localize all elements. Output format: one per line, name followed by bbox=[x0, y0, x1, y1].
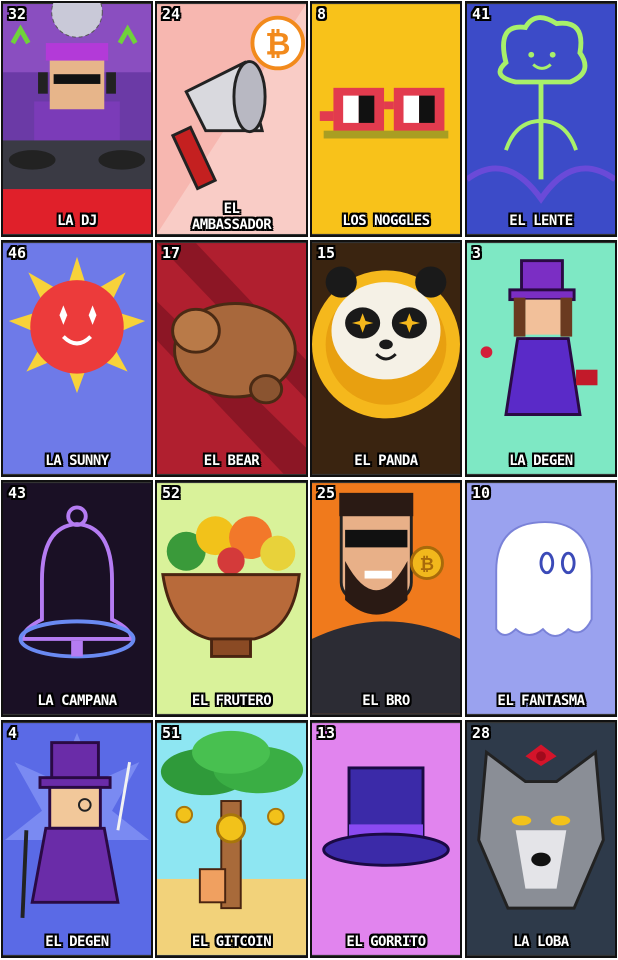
dj-icon bbox=[3, 3, 151, 234]
card-title: EL DEGEN bbox=[45, 934, 109, 950]
card-el-lente[interactable]: 41 EL LENTE bbox=[465, 1, 617, 237]
card-la-campana[interactable]: 43 LA CAMPANA bbox=[1, 480, 153, 717]
card-title: LA LOBA bbox=[513, 934, 569, 950]
card-la-loba[interactable]: 28 LA LOBA bbox=[465, 720, 617, 958]
card-la-sunny[interactable]: 46 LA SUNNY bbox=[1, 240, 153, 477]
card-title: EL BEAR bbox=[203, 453, 260, 469]
card-number: 41 bbox=[472, 5, 491, 23]
bro-icon: ₿ bbox=[312, 483, 460, 714]
bell-icon bbox=[3, 483, 151, 714]
card-los-noggles[interactable]: 8 LOS NOGGLES bbox=[310, 1, 462, 237]
card-el-gorrito[interactable]: 13 EL GORRITO bbox=[310, 720, 462, 958]
card-number: 15 bbox=[317, 244, 336, 262]
card-title: LA SUNNY bbox=[45, 453, 109, 469]
card-number: 28 bbox=[472, 724, 491, 742]
card-title: EL AMBASSADOR bbox=[191, 201, 272, 233]
card-title: EL FANTASMA bbox=[497, 693, 585, 709]
card-number: 8 bbox=[317, 5, 327, 23]
card-number: 4 bbox=[8, 724, 18, 742]
top-hat-gentleman-icon bbox=[3, 723, 151, 955]
ghost-icon bbox=[467, 483, 615, 714]
card-el-ambassador[interactable]: ₿ 24 EL AMBASSADOR bbox=[155, 1, 308, 237]
card-title: EL GORRITO bbox=[346, 934, 426, 950]
top-hat-icon bbox=[312, 723, 460, 955]
svg-text:₿: ₿ bbox=[265, 27, 290, 63]
panda-coin-icon bbox=[312, 243, 460, 474]
card-title: LA DEGEN bbox=[509, 453, 573, 469]
card-el-degen[interactable]: 4 EL DEGEN bbox=[1, 720, 153, 958]
card-el-panda[interactable]: 15 EL PANDA bbox=[310, 240, 462, 477]
card-el-fantasma[interactable]: 10 EL FANTASMA bbox=[465, 480, 617, 717]
card-number: 10 bbox=[472, 484, 491, 502]
bear-icon bbox=[157, 243, 306, 474]
noggles-icon bbox=[312, 4, 460, 234]
card-title: LA CAMPANA bbox=[37, 693, 117, 709]
card-number: 25 bbox=[317, 484, 336, 502]
card-title: EL GITCOIN bbox=[191, 934, 272, 950]
card-number: 46 bbox=[8, 244, 27, 262]
card-la-dj[interactable]: 32 LA DJ bbox=[1, 1, 153, 237]
card-number: 43 bbox=[8, 484, 27, 502]
card-title: EL FRUTERO bbox=[191, 693, 272, 709]
card-el-gitcoin[interactable]: 51 EL GITCOIN bbox=[155, 720, 308, 958]
fruit-bowl-icon bbox=[157, 483, 306, 714]
card-number: 13 bbox=[317, 724, 336, 742]
loteria-board: 32 LA DJ ₿ 24 EL AMBASSADOR 8 LOS NOGGLE… bbox=[0, 0, 618, 960]
card-el-bro[interactable]: ₿ 25 EL BRO bbox=[310, 480, 462, 717]
lente-icon bbox=[467, 4, 615, 234]
card-number: 3 bbox=[472, 244, 482, 262]
card-number: 32 bbox=[8, 5, 27, 23]
card-la-degen[interactable]: 3 LA DEGEN bbox=[465, 240, 617, 477]
card-number: 51 bbox=[162, 724, 181, 742]
coin-tree-icon bbox=[157, 723, 306, 955]
card-number: 17 bbox=[162, 244, 181, 262]
card-number: 24 bbox=[162, 5, 181, 23]
card-title: LOS NOGGLES bbox=[342, 213, 430, 229]
card-title: EL PANDA bbox=[354, 453, 418, 469]
lady-degen-icon bbox=[467, 243, 615, 474]
card-el-frutero[interactable]: 52 EL FRUTERO bbox=[155, 480, 308, 717]
card-title: EL LENTE bbox=[509, 213, 573, 229]
card-title: LA DJ bbox=[57, 213, 97, 229]
card-number: 52 bbox=[162, 484, 181, 502]
card-title: EL BRO bbox=[362, 693, 410, 709]
svg-text:₿: ₿ bbox=[420, 555, 434, 575]
sun-icon bbox=[3, 243, 151, 474]
card-el-bear[interactable]: 17 EL BEAR bbox=[155, 240, 308, 477]
wolf-icon bbox=[467, 723, 615, 955]
